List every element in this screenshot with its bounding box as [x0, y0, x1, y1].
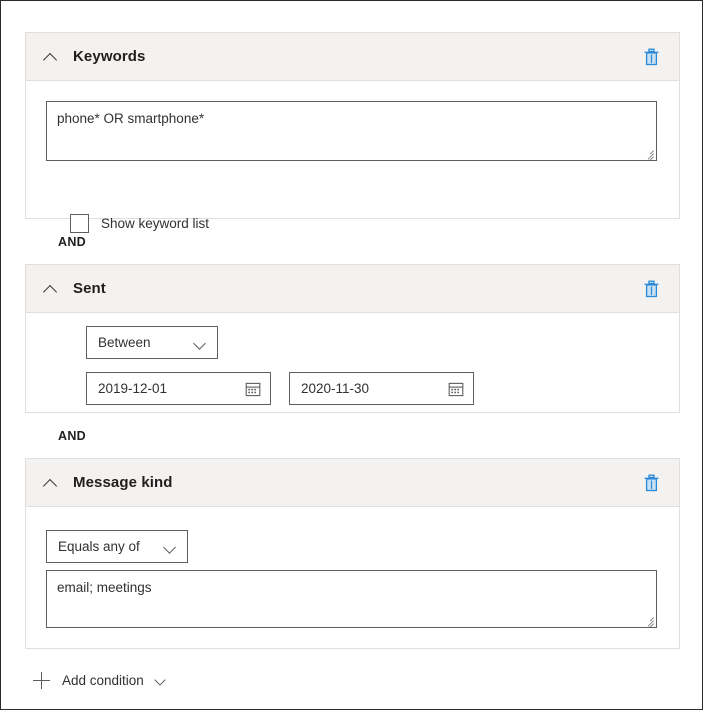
chevron-down-icon: [193, 336, 207, 350]
show-keyword-list-checkbox[interactable]: [70, 214, 89, 233]
chevron-down-icon: [154, 674, 167, 687]
sent-date-from-value: 2019-12-01: [98, 381, 245, 396]
sent-operator-select[interactable]: Between: [86, 326, 218, 359]
trash-icon[interactable]: [637, 469, 665, 497]
chevron-up-icon[interactable]: [43, 475, 59, 491]
separator-and-1: AND: [58, 235, 86, 249]
message-kind-operator-select[interactable]: Equals any of: [46, 530, 188, 563]
condition-header-keywords[interactable]: Keywords: [26, 33, 679, 81]
message-kind-operator-value: Equals any of: [58, 539, 155, 554]
sent-date-to-value: 2020-11-30: [301, 381, 448, 396]
chevron-up-icon[interactable]: [43, 49, 59, 65]
show-keyword-list-row[interactable]: Show keyword list: [70, 214, 209, 233]
condition-card-sent: Sent Between 2019-12-01: [25, 264, 680, 413]
calendar-icon[interactable]: [245, 381, 261, 397]
separator-and-2: AND: [58, 429, 86, 443]
resize-grip-icon[interactable]: [641, 145, 655, 159]
sent-operator-value: Between: [98, 335, 185, 350]
trash-icon[interactable]: [637, 43, 665, 71]
keywords-query-input[interactable]: phone* OR smartphone*: [46, 101, 657, 161]
calendar-icon[interactable]: [448, 381, 464, 397]
condition-title: Keywords: [73, 48, 637, 65]
condition-title: Sent: [73, 280, 637, 297]
plus-icon: [33, 672, 50, 689]
condition-card-message-kind: Message kind Equals any of email; meetin…: [25, 458, 680, 649]
condition-header-sent[interactable]: Sent: [26, 265, 679, 313]
chevron-down-icon: [163, 540, 177, 554]
add-condition-label: Add condition: [62, 673, 144, 688]
sent-date-to-field[interactable]: 2020-11-30: [289, 372, 474, 405]
condition-card-keywords: Keywords phone* OR smartphone* Show keyw…: [25, 32, 680, 219]
chevron-up-icon[interactable]: [43, 281, 59, 297]
condition-title: Message kind: [73, 474, 637, 491]
message-kind-value-input[interactable]: email; meetings: [46, 570, 657, 628]
query-builder-panel: Keywords phone* OR smartphone* Show keyw…: [0, 0, 703, 710]
show-keyword-list-label: Show keyword list: [101, 216, 209, 231]
trash-icon[interactable]: [637, 275, 665, 303]
resize-grip-icon[interactable]: [641, 612, 655, 626]
sent-date-from-field[interactable]: 2019-12-01: [86, 372, 271, 405]
add-condition-button[interactable]: Add condition: [33, 672, 167, 689]
condition-header-message-kind[interactable]: Message kind: [26, 459, 679, 507]
